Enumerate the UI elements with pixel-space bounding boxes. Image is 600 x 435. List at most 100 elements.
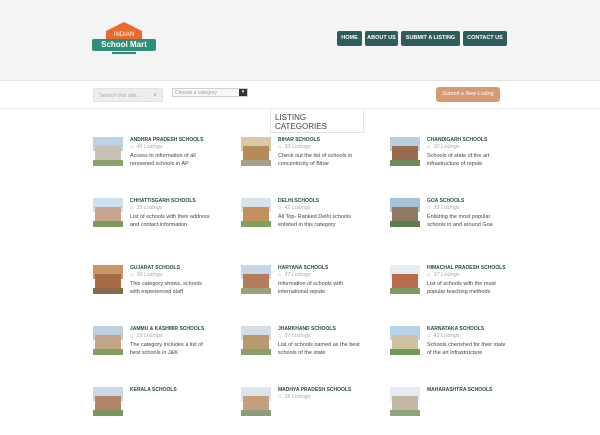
listing-description: All Top- Ranked Delhi schools enlisted i… [278, 214, 351, 228]
photo-building [95, 207, 121, 221]
listing-count: ⌂ 33 Listings [278, 144, 311, 150]
logo-line1: INDIAN [106, 31, 142, 39]
tag-icon: ⌂ [278, 394, 282, 400]
listing-name[interactable]: HIMACHAL PRADESH SCHOOLS [427, 265, 506, 271]
listing-name[interactable]: KERALA SCHOOLS [130, 387, 177, 393]
photo-building [392, 207, 418, 221]
photo-ground [390, 288, 420, 294]
listing-name[interactable]: JHARKHAND SCHOOLS [278, 326, 336, 332]
tag-icon: ⌂ [427, 272, 431, 278]
listing-count-value: 33 Listings [136, 205, 163, 211]
listing-description: Schools of state of the art infrastructu… [427, 153, 490, 167]
nav-home-button[interactable]: HOME [337, 31, 362, 46]
search-input[interactable]: Search this site... ⌕ [93, 88, 163, 102]
photo-building [95, 146, 121, 160]
school-photo[interactable] [390, 387, 420, 416]
listing-name[interactable]: GUJARAT SCHOOLS [130, 265, 180, 271]
listing-count: ⌂ 37 Listings [427, 272, 460, 278]
photo-ground [93, 221, 123, 227]
school-photo[interactable] [390, 198, 420, 227]
listing-name[interactable]: KARNATAKA SCHOOLS [427, 326, 484, 332]
listing-description: Check out the list of schools in concent… [278, 153, 353, 167]
tag-icon: ⌂ [278, 205, 282, 211]
listing-count-value: 37 Listings [284, 333, 311, 339]
photo-ground [93, 288, 123, 294]
school-photo[interactable] [241, 326, 271, 355]
listing-item[interactable]: CHANDIGARH SCHOOLS ⌂ 30 Listings Schools of… [390, 137, 520, 185]
listing-item[interactable]: JAMMU & KASHMIR SCHOOLS ⌂ 33 Listings The c… [93, 326, 223, 374]
logo-line2: School Mart [92, 39, 156, 51]
tag-icon: ⌂ [130, 144, 134, 150]
school-photo[interactable] [241, 137, 271, 166]
photo-building [392, 274, 418, 288]
school-photo[interactable] [93, 326, 123, 355]
listing-description: List of schools with the most popular te… [427, 281, 496, 295]
photo-building [392, 396, 418, 410]
photo-building [243, 335, 269, 349]
listing-name[interactable]: HARYANA SCHOOLS [278, 265, 328, 271]
school-mart-logo[interactable]: INDIAN School Mart [92, 22, 156, 56]
listing-name[interactable]: ANDHRA PRADESH SCHOOLS [130, 137, 203, 143]
listing-count: ⌂ 35 Listings [278, 394, 311, 400]
school-photo[interactable] [93, 137, 123, 166]
listing-item[interactable]: ANDHRA PRADESH SCHOOLS ⌂ 45 Listings Access… [93, 137, 223, 185]
chevron-down-icon[interactable]: ▾ [239, 89, 247, 96]
nav-about-button[interactable]: ABOUT US [365, 31, 398, 46]
school-photo[interactable] [241, 198, 271, 227]
submit-new-listing-button[interactable]: Submit a New Listing [436, 87, 500, 102]
listing-description: Information of schools with internationa… [278, 281, 344, 295]
listing-item[interactable]: DELHI SCHOOLS ⌂ 42 Listings All Top- Ranked… [241, 198, 371, 246]
listing-count-value: 42 Listings [433, 333, 460, 339]
search-icon[interactable]: ⌕ [153, 89, 157, 103]
listing-item[interactable]: KERALA SCHOOLS [93, 387, 223, 435]
listing-item[interactable]: MADHYA PRADESH SCHOOLS ⌂ 35 Listings [241, 387, 371, 435]
photo-ground [93, 410, 123, 416]
school-photo[interactable] [93, 198, 123, 227]
search-placeholder: Search this site... [99, 93, 142, 99]
listing-count-value: 33 Listings [433, 205, 460, 211]
photo-ground [93, 160, 123, 166]
listing-item[interactable]: MAHARASHTRA SCHOOLS [390, 387, 520, 435]
listing-name[interactable]: MAHARASHTRA SCHOOLS [427, 387, 492, 393]
photo-building [392, 335, 418, 349]
listing-name[interactable]: CHHATTISGARH SCHOOLS [130, 198, 196, 204]
site-header: INDIAN School Mart HOME ABOUT US SUBMIT … [0, 0, 600, 81]
listing-name[interactable]: MADHYA PRADESH SCHOOLS [278, 387, 351, 393]
listing-description: List of schools with their address and c… [130, 214, 210, 228]
tag-icon: ⌂ [427, 144, 431, 150]
listing-item[interactable]: CHHATTISGARH SCHOOLS ⌂ 33 Listings List of … [93, 198, 223, 246]
photo-building [392, 146, 418, 160]
tag-icon: ⌂ [130, 272, 134, 278]
school-photo[interactable] [390, 326, 420, 355]
listing-item[interactable]: HIMACHAL PRADESH SCHOOLS ⌂ 37 Listings List… [390, 265, 520, 313]
school-photo[interactable] [241, 265, 271, 294]
photo-building [95, 274, 121, 288]
photo-ground [390, 160, 420, 166]
listing-name[interactable]: JAMMU & KASHMIR SCHOOLS [130, 326, 204, 332]
listing-item[interactable]: GUJARAT SCHOOLS ⌂ 36 Listings This category… [93, 265, 223, 313]
school-photo[interactable] [93, 387, 123, 416]
school-photo[interactable] [241, 387, 271, 416]
photo-ground [390, 221, 420, 227]
listing-item[interactable]: JHARKHAND SCHOOLS ⌂ 37 Listings List of sch… [241, 326, 371, 374]
school-photo[interactable] [390, 137, 420, 166]
listing-name[interactable]: BIHAR SCHOOLS [278, 137, 320, 143]
listing-name[interactable]: DELHI SCHOOLS [278, 198, 319, 204]
listing-name[interactable]: CHANDIGARH SCHOOLS [427, 137, 487, 143]
category-select[interactable]: Choose a category ▾ [172, 88, 248, 97]
logo-roof-shape [106, 22, 142, 31]
listing-item[interactable]: GOA SCHOOLS ⌂ 33 Listings Enlisting the mos… [390, 198, 520, 246]
listing-name[interactable]: GOA SCHOOLS [427, 198, 464, 204]
photo-building [95, 335, 121, 349]
nav-submit-listing-button[interactable]: SUBMIT A LISTING [401, 31, 460, 46]
tag-icon: ⌂ [278, 272, 282, 278]
listing-item[interactable]: BIHAR SCHOOLS ⌂ 33 Listings Check out the l… [241, 137, 371, 185]
nav-contact-button[interactable]: CONTACT US [463, 31, 507, 46]
listing-item[interactable]: KARNATAKA SCHOOLS ⌂ 42 Listings Schools che… [390, 326, 520, 374]
school-photo[interactable] [93, 265, 123, 294]
listing-item[interactable]: HARYANA SCHOOLS ⌂ 37 Listings Information o… [241, 265, 371, 313]
listing-description: This category shows, schools with experi… [130, 281, 202, 295]
listing-count-value: 36 Listings [136, 272, 163, 278]
tag-icon: ⌂ [278, 333, 282, 339]
school-photo[interactable] [390, 265, 420, 294]
